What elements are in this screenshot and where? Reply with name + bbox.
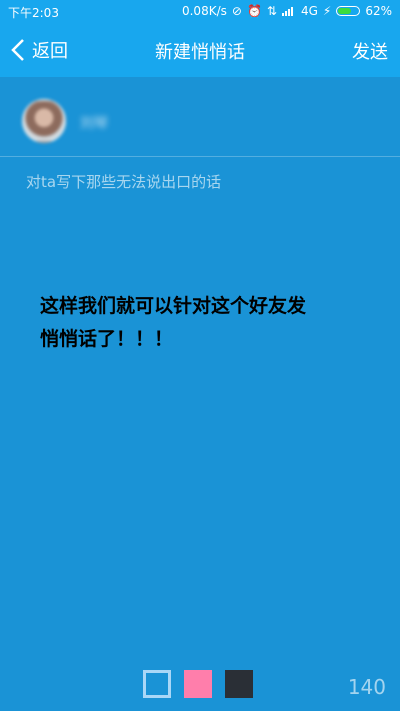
status-bar: 下午2:03 0.08K/s ⊘ ⏰ ⇅ 4G ⚡ 62% [0, 0, 400, 24]
battery-icon [336, 6, 361, 16]
color-picker [143, 670, 253, 698]
color-swatch-pink[interactable] [184, 670, 212, 698]
char-count: 140 [347, 675, 386, 699]
sync-off-icon: ⊘ [231, 4, 242, 18]
avatar [22, 99, 66, 143]
status-time: 下午2:03 [8, 6, 59, 20]
recipient-row[interactable]: 刘琴 [0, 77, 400, 157]
battery-percent: 62% [365, 4, 392, 18]
recipient-name: 刘琴 [80, 116, 108, 132]
data-arrows-icon: ⇅ [266, 4, 277, 18]
charging-icon: ⚡ [322, 4, 332, 18]
alarm-icon: ⏰ [246, 4, 262, 18]
signal-icon [281, 7, 293, 16]
divider [0, 156, 400, 157]
send-button[interactable]: 发送 [352, 38, 388, 64]
color-swatch-blue[interactable] [143, 670, 171, 698]
overlay-caption: 这样我们就可以针对这个好友发悄悄话了！！！ [40, 295, 307, 350]
battery-fill [338, 8, 351, 14]
network-type: 4G [300, 4, 318, 18]
message-input[interactable] [26, 172, 376, 192]
network-speed: 0.08K/s [181, 4, 227, 18]
status-indicators: 0.08K/s ⊘ ⏰ ⇅ 4G ⚡ 62% [182, 4, 392, 18]
page-title: 新建悄悄话 [155, 42, 245, 63]
nav-bar: 返回 新建悄悄话 发送 [0, 24, 400, 77]
color-swatch-dark[interactable] [225, 670, 253, 698]
